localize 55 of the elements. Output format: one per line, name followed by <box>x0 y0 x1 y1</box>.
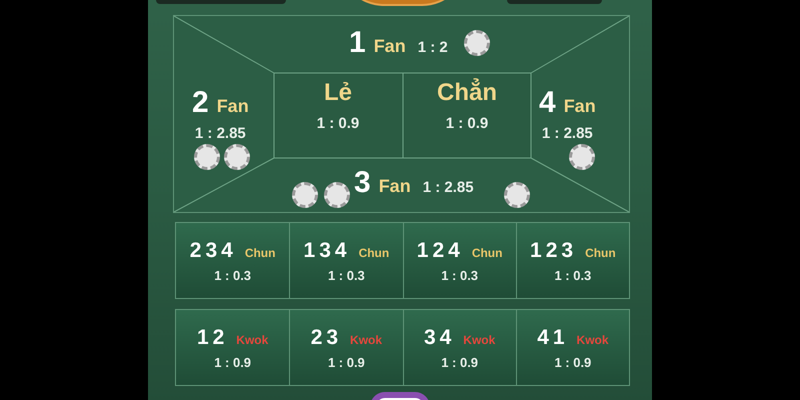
bet-cell[interactable]: 34 Kwok 1 : 0.9 <box>402 310 516 385</box>
odds-text: 1 : 0.9 <box>441 356 478 368</box>
bet-numbers: 124 <box>416 240 464 260</box>
side-number: 4 <box>539 88 556 118</box>
odds-text: 1 : 0.9 <box>446 116 488 131</box>
bet-label: Chẳn <box>437 78 497 108</box>
odds-text: 1 : 0.9 <box>554 356 592 368</box>
odds-text: 1 : 0.3 <box>441 268 478 282</box>
side-label: Fan <box>378 177 411 195</box>
chip-icon <box>504 182 530 208</box>
chip-icon <box>292 182 318 208</box>
bet-cell[interactable]: 23 Kwok 1 : 0.9 <box>289 310 402 385</box>
bet-numbers: 34 <box>424 326 456 348</box>
odds-text: 1 : 0.3 <box>214 268 252 282</box>
bet-numbers: 234 <box>190 240 237 260</box>
bet-numbers: 134 <box>304 240 351 260</box>
bet-cell[interactable]: 134 Chun 1 : 0.3 <box>289 223 402 298</box>
bet-label: Chun <box>585 246 616 258</box>
bet-numbers: 123 <box>530 240 578 260</box>
bet-cell[interactable]: 123 Chun 1 : 0.3 <box>516 223 629 298</box>
odds-text: 1 : 0.9 <box>316 116 360 131</box>
odds-text: 1 : 0.9 <box>328 356 365 368</box>
chip-icon <box>569 144 595 170</box>
odds-text: 1 : 2.85 <box>194 126 246 141</box>
odds-text: 1 : 2 <box>418 40 448 55</box>
odds-text: 1 : 2.85 <box>542 126 593 141</box>
odds-text: 1 : 0.3 <box>554 268 592 282</box>
bet-label: Chun <box>472 246 502 258</box>
chip-icon <box>224 144 250 170</box>
side-label: Fan <box>564 97 596 115</box>
bet-label: Kwok <box>236 334 268 346</box>
side-number: 3 <box>354 168 371 198</box>
bet-label: Kwok <box>463 334 496 346</box>
bet-cell[interactable]: 41 Kwok 1 : 0.9 <box>516 310 629 385</box>
bet-numbers: 12 <box>196 326 228 348</box>
side-label: Fan <box>374 37 406 55</box>
chip-icon <box>464 30 490 56</box>
bet-cell[interactable]: 234 Chun 1 : 0.3 <box>176 223 290 298</box>
bet-cell[interactable]: 124 Chun 1 : 0.3 <box>402 223 516 298</box>
bet-numbers: 41 <box>537 326 569 348</box>
bet-label: Kwok <box>350 334 382 346</box>
bet-label: Chun <box>358 246 390 258</box>
bet-label: Kwok <box>576 334 609 346</box>
bet-numbers: 23 <box>310 326 342 348</box>
bet-cell[interactable]: 12 Kwok 1 : 0.9 <box>176 310 290 385</box>
chip-icon <box>194 144 220 170</box>
odds-text: 1 : 2.85 <box>422 180 474 195</box>
side-number: 2 <box>192 88 209 118</box>
side-label: Fan <box>216 97 249 115</box>
side-number: 1 <box>349 28 366 58</box>
bet-label: Chun <box>244 246 276 258</box>
odds-text: 1 : 0.9 <box>214 356 252 368</box>
bet-label: Lẻ <box>324 78 352 108</box>
chip-icon <box>324 182 350 208</box>
odds-text: 1 : 0.3 <box>328 268 365 282</box>
